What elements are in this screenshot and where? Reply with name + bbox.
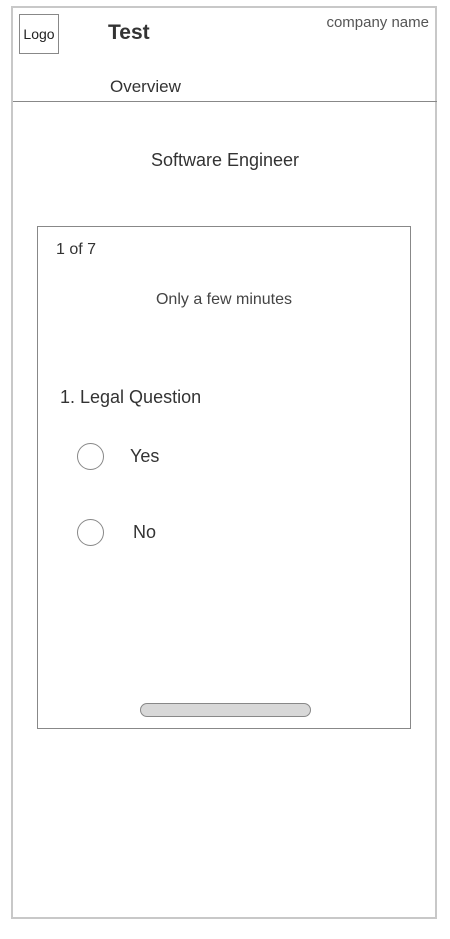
option-no-label[interactable]: No [133, 522, 156, 543]
question-progress: 1 of 7 [56, 241, 97, 258]
scroll-handle[interactable] [140, 703, 311, 717]
logo: Logo [19, 14, 59, 54]
app-title: Test [108, 21, 150, 44]
job-title: Software Engineer [150, 150, 300, 170]
option-yes-label[interactable]: Yes [130, 446, 159, 467]
tab-overview[interactable]: Overview [110, 77, 181, 97]
company-name: company name [326, 14, 429, 31]
header-divider [13, 101, 437, 102]
option-yes[interactable]: Yes [77, 443, 159, 470]
question-card: 1 of 7 Only a few minutes 1. Legal Quest… [37, 226, 411, 729]
radio-no[interactable] [77, 519, 104, 546]
time-hint: Only a few minutes [155, 291, 293, 308]
question-text: 1. Legal Question [60, 387, 202, 407]
radio-yes[interactable] [77, 443, 104, 470]
option-no[interactable]: No [77, 519, 156, 546]
